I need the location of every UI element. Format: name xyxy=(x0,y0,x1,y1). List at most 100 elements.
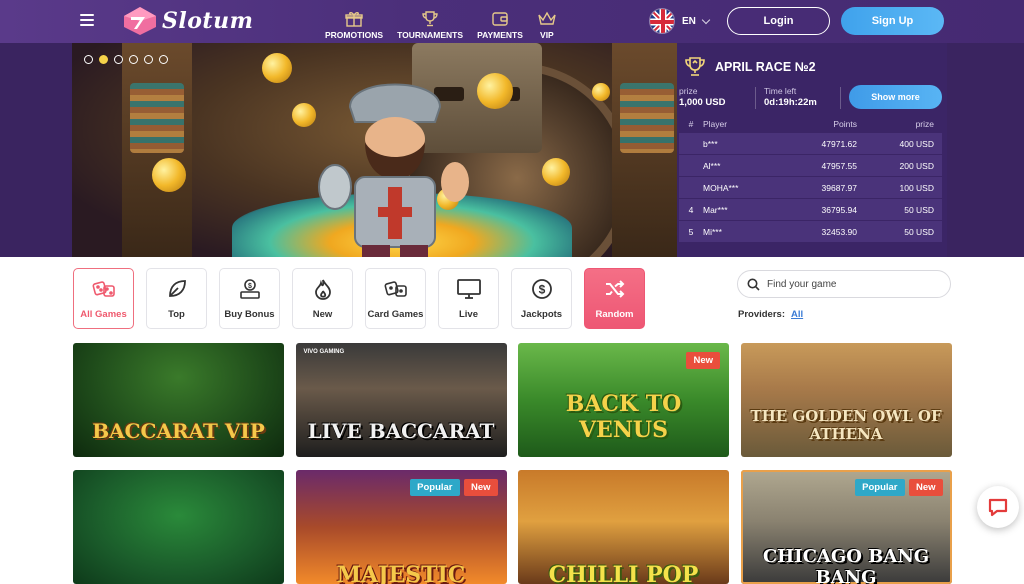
race-leaderboard: # Player Points prize b*** 47971.62 400 … xyxy=(679,115,942,243)
game-title: BACCARAT VIP xyxy=(92,419,265,443)
category-top[interactable]: Top xyxy=(146,268,207,329)
brand-name: Slotum xyxy=(162,8,254,34)
brand-logo[interactable]: Slotum xyxy=(122,4,253,38)
chevron-down-icon xyxy=(701,15,711,24)
chat-icon xyxy=(988,498,1008,517)
signup-button[interactable]: Sign Up xyxy=(841,7,944,35)
trophy-icon xyxy=(685,57,705,76)
category-label: Random xyxy=(595,308,634,320)
game-tile[interactable]: VIVO GAMING LIVE BACCARAT xyxy=(295,343,507,457)
carousel-dot[interactable] xyxy=(159,55,168,64)
row-player: Mar*** xyxy=(703,204,728,215)
game-tile[interactable]: BACK TO VENUS New xyxy=(518,343,729,457)
race-prize: prize 1,000 USD xyxy=(679,86,725,108)
row-prize: 50 USD xyxy=(904,204,934,215)
game-tile[interactable]: MAJESTIC New Popular xyxy=(295,470,507,584)
col-prize: prize xyxy=(915,119,934,129)
category-label: Top xyxy=(168,308,185,320)
carousel-dot[interactable] xyxy=(84,55,93,64)
nav-payments-label: PAYMENTS xyxy=(477,30,523,40)
row-points: 32453.90 xyxy=(821,226,857,237)
nav-promotions-label: PROMOTIONS xyxy=(325,30,384,40)
row-player: Al*** xyxy=(703,160,721,171)
badge-new: New xyxy=(463,479,498,496)
game-tile[interactable]: CHILLI POP xyxy=(518,470,729,584)
show-more-button[interactable]: Show more xyxy=(849,85,942,109)
category-new[interactable]: New xyxy=(292,268,353,329)
slotum-logo-icon xyxy=(124,7,156,35)
game-title: THE GOLDEN OWL OF ATHENA xyxy=(750,407,942,443)
leaderboard-row: b*** 47971.62 400 USD xyxy=(679,133,942,155)
game-title: LIVE BACCARAT xyxy=(307,419,495,443)
category-bar: All Games Top $ Buy Bonus New Card Games … xyxy=(73,268,645,329)
monitor-icon xyxy=(456,278,482,303)
providers-filter: Providers: All xyxy=(738,309,803,320)
row-points: 39687.97 xyxy=(821,182,857,193)
nav-vip[interactable]: VIP xyxy=(530,0,564,40)
provider-logo: VIVO GAMING xyxy=(303,349,345,355)
carousel-dot[interactable] xyxy=(144,55,153,64)
providers-all-link[interactable]: All xyxy=(791,309,803,320)
leaderboard-header: # Player Points prize xyxy=(679,115,942,133)
gold-coin xyxy=(592,83,610,101)
nav-tournaments[interactable]: TOURNAMENTS xyxy=(390,0,470,40)
category-live[interactable]: Live xyxy=(438,268,499,329)
col-player: Player xyxy=(703,119,728,129)
hamburger-menu-icon[interactable] xyxy=(80,14,94,26)
cards-icon xyxy=(384,278,408,303)
bonus-icon: $ xyxy=(238,278,262,303)
login-button[interactable]: Login xyxy=(727,7,830,35)
race-title-text: APRIL RACE №2 xyxy=(715,60,816,74)
game-tile[interactable]: THE GOLDEN OWL OF ATHENA xyxy=(740,343,952,457)
leaderboard-row: MOHA*** 39687.97 100 USD xyxy=(679,177,942,199)
row-prize: 100 USD xyxy=(899,182,935,193)
category-jackpots[interactable]: $ Jackpots xyxy=(511,268,572,329)
category-buy-bonus[interactable]: $ Buy Bonus xyxy=(219,268,280,329)
race-title: APRIL RACE №2 xyxy=(683,57,816,77)
category-card-games[interactable]: Card Games xyxy=(365,268,426,329)
flame-icon xyxy=(312,278,334,303)
game-title: BACK TO VENUS xyxy=(565,391,682,443)
carousel-dot[interactable] xyxy=(129,55,138,64)
wallet-icon xyxy=(492,12,508,26)
language-selector[interactable]: EN xyxy=(649,8,711,34)
game-tile[interactable] xyxy=(73,470,284,584)
svg-text:$: $ xyxy=(248,283,252,290)
gift-icon xyxy=(345,12,363,27)
carousel-dot[interactable] xyxy=(99,55,108,64)
col-points: Points xyxy=(833,119,857,129)
live-chat-button[interactable] xyxy=(977,486,1019,528)
game-grid: BACCARAT VIP VIVO GAMING LIVE BACCARAT BACK… xyxy=(73,343,952,584)
crown-icon xyxy=(538,11,556,25)
nav-tournaments-label: TOURNAMENTS xyxy=(397,30,464,40)
category-label: Jackpots xyxy=(520,308,563,320)
search-icon xyxy=(747,278,760,291)
main-nav: PROMOTIONS TOURNAMENTS PAYMENTS VIP xyxy=(318,0,564,43)
category-label: Buy Bonus xyxy=(224,308,275,320)
promo-banner[interactable] xyxy=(72,43,677,257)
row-player: MOHA*** xyxy=(703,182,739,193)
nav-promotions[interactable]: PROMOTIONS xyxy=(318,0,390,40)
row-player: Mi*** xyxy=(703,226,722,237)
carousel-dot[interactable] xyxy=(114,55,123,64)
aztec-pillar-right xyxy=(612,43,677,257)
search-box[interactable] xyxy=(737,270,951,298)
category-random[interactable]: Random xyxy=(584,268,645,329)
race-prize-value: 1,000 USD xyxy=(679,97,726,108)
game-tile[interactable]: BACCARAT VIP xyxy=(73,343,284,457)
leaf-icon xyxy=(166,278,188,303)
category-label: Card Games xyxy=(367,308,424,320)
category-all-games[interactable]: All Games xyxy=(73,268,134,329)
leaderboard-row: 4 Mar*** 36795.94 50 USD xyxy=(679,199,942,221)
nav-payments[interactable]: PAYMENTS xyxy=(470,0,530,40)
search-input[interactable] xyxy=(767,278,937,290)
gold-coin xyxy=(542,158,570,186)
race-time: Time left 0d:19h:22m xyxy=(764,86,817,108)
badge-new: New xyxy=(908,479,943,496)
gold-coin xyxy=(152,158,186,192)
gold-coin xyxy=(477,73,513,109)
game-tile[interactable]: CHICAGO BANG BANG New Popular xyxy=(740,470,952,584)
top-header: Slotum PROMOTIONS TOURNAMENTS PAYMENTS V… xyxy=(0,0,1024,43)
game-title: MAJESTIC xyxy=(336,562,466,584)
game-title: CHICAGO BANG BANG xyxy=(762,546,930,584)
